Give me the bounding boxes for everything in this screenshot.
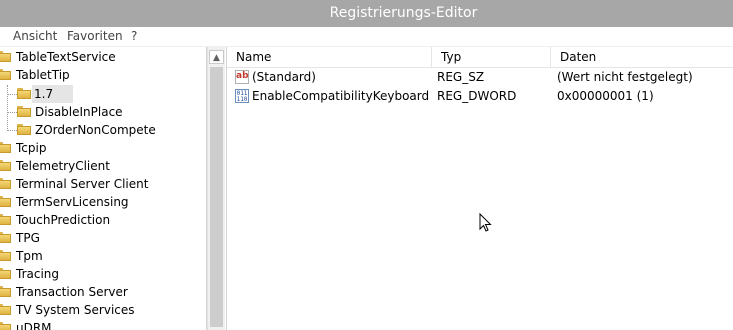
value-type: REG_DWORD (437, 89, 517, 103)
folder-icon (0, 51, 11, 62)
folder-icon (0, 250, 11, 261)
values-header: Name Typ Daten (227, 47, 733, 68)
tree-connector (7, 94, 17, 95)
tree-item-label: Transaction Server (16, 285, 128, 299)
tree-item-label: TableTextService (16, 50, 116, 64)
tree-item-label: TV System Services (16, 303, 135, 317)
folder-icon (0, 232, 11, 243)
folder-icon (0, 160, 11, 171)
folder-icon (0, 69, 11, 80)
mouse-cursor-icon (479, 213, 492, 232)
value-type: REG_SZ (437, 70, 485, 84)
tree-item-label: Tpm (16, 249, 43, 263)
menu-view[interactable]: Ansicht (13, 29, 57, 43)
tree-connector (7, 130, 17, 131)
value-data: (Wert nicht festgelegt) (557, 70, 693, 84)
folder-icon (17, 124, 31, 135)
key-tree: TableTextService TabletTip 1.7 DisableIn… (0, 47, 207, 330)
folder-icon (0, 214, 11, 225)
tree-item-label: TabletTip (16, 68, 70, 82)
folder-icon (0, 322, 11, 330)
folder-icon (0, 178, 11, 189)
tree-item-label: DisableInPlace (35, 105, 123, 119)
tree-connector (7, 112, 17, 113)
tree-item-label: TPG (16, 231, 40, 245)
scroll-up-arrow-icon[interactable]: ▲ (209, 50, 224, 64)
menu-bar: Ansicht Favoriten ? (0, 27, 733, 47)
tree-item-label: TermServLicensing (16, 195, 129, 209)
tree-scrollbar[interactable]: ▲ (207, 47, 225, 330)
folder-icon (17, 106, 31, 117)
tree-item-label: 1.7 (32, 85, 74, 103)
value-name: (Standard) (252, 70, 316, 84)
folder-icon (0, 196, 11, 207)
window-title: Registrierungs-Editor (329, 5, 478, 21)
folder-icon (17, 88, 31, 99)
tree-item-label: ZOrderNonCompete (35, 123, 156, 137)
values-pane: Name Typ Daten ab (Standard) REG_SZ (Wer… (226, 47, 733, 330)
value-row-standard[interactable]: ab (Standard) REG_SZ (Wert nicht festgel… (227, 68, 733, 87)
value-row-enablecompatibilitykeyboard[interactable]: 011 110 EnableCompatibilityKeyboard REG_D… (227, 87, 733, 106)
tree-item-label: uDRM (16, 321, 52, 330)
column-header-data[interactable]: Daten (551, 47, 733, 67)
tree-item-label: TelemetryClient (16, 159, 110, 173)
value-name: EnableCompatibilityKeyboard (252, 89, 430, 103)
tree-item-label: Tcpip (16, 141, 47, 155)
menu-help[interactable]: ? (131, 29, 137, 43)
column-header-name[interactable]: Name (227, 47, 432, 67)
menu-favorites[interactable]: Favoriten (67, 29, 123, 43)
folder-icon (0, 286, 11, 297)
binary-value-icon: 011 110 (235, 89, 249, 103)
tree-item-label: TouchPrediction (16, 213, 111, 227)
tree-item-label: Tracing (16, 267, 60, 281)
column-header-type[interactable]: Typ (432, 47, 551, 67)
tree-item-label: Terminal Server Client (16, 177, 149, 191)
string-value-icon: ab (235, 70, 249, 84)
folder-icon (0, 304, 11, 315)
value-data: 0x00000001 (1) (557, 89, 654, 103)
scrollbar-thumb[interactable] (210, 67, 223, 327)
title-bar: Registrierungs-Editor (0, 0, 733, 27)
folder-icon (0, 142, 11, 153)
folder-icon (0, 268, 11, 279)
tree-connector (7, 85, 8, 131)
